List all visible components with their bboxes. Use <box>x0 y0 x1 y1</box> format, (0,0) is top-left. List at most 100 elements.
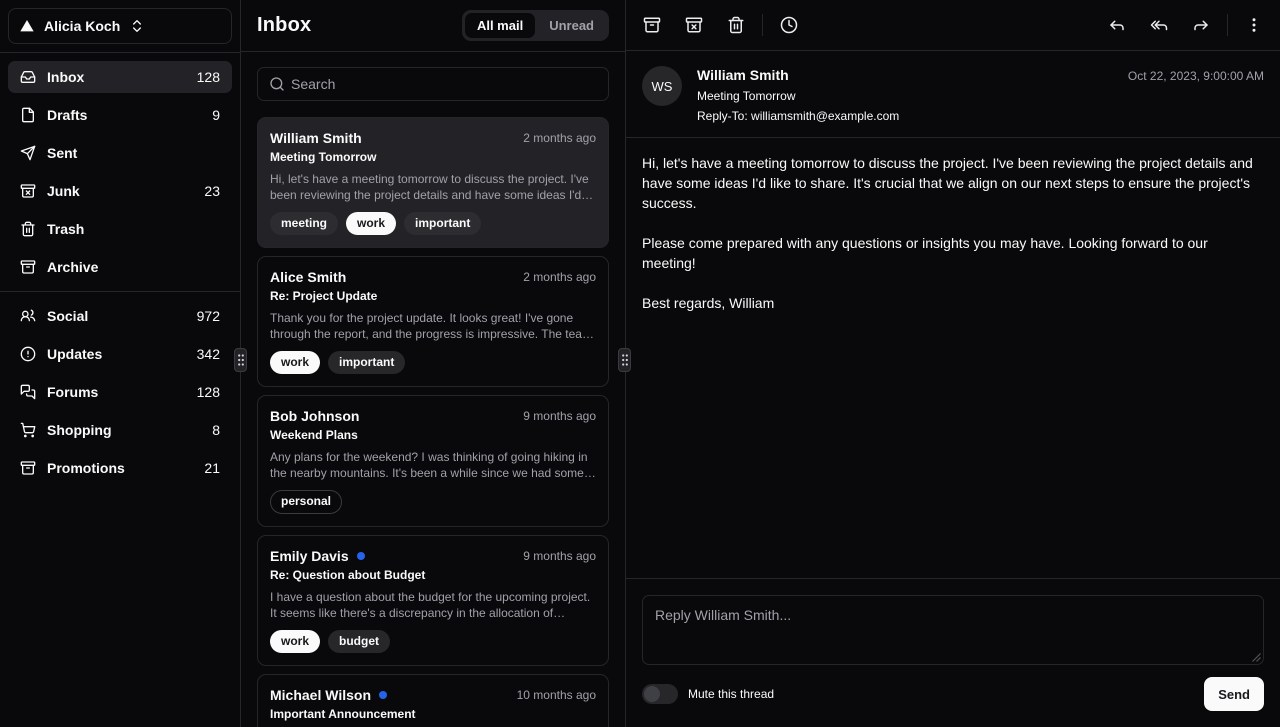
message-paragraph: Best regards, William <box>642 293 1264 313</box>
forward-icon <box>1192 16 1210 34</box>
sidebar-item-label: Promotions <box>47 460 125 476</box>
archive-x-icon <box>685 16 703 34</box>
mail-list: William Smith2 months agoMeeting Tomorro… <box>241 116 625 727</box>
sidebar-item-label: Inbox <box>47 69 84 85</box>
switch-thumb <box>644 686 660 702</box>
tag-badge[interactable]: budget <box>328 630 390 653</box>
sidebar-item-trash[interactable]: Trash <box>8 213 232 245</box>
mail-list-item[interactable]: William Smith2 months agoMeeting Tomorro… <box>257 117 609 248</box>
file-icon <box>20 107 36 123</box>
mail-snippet: Hi, let's have a meeting tomorrow to dis… <box>270 171 596 203</box>
tab-all-mail[interactable]: All mail <box>465 13 535 38</box>
mail-list-item[interactable]: Michael Wilson10 months agoImportant Ann… <box>257 674 609 727</box>
mail-subject: Re: Project Update <box>270 289 596 303</box>
sidebar-item-promotions[interactable]: Promotions21 <box>8 452 232 484</box>
sidebar-item-shopping[interactable]: Shopping8 <box>8 414 232 446</box>
archive-icon <box>20 259 36 275</box>
sidebar-item-label: Drafts <box>47 107 87 123</box>
tab-unread[interactable]: Unread <box>537 13 606 38</box>
mail-app: Alicia Koch Inbox 128 Drafts9 Sent Junk23 Tra… <box>0 0 1280 727</box>
toolbar-more-group <box>1236 7 1272 43</box>
reply-all-button[interactable] <box>1141 7 1177 43</box>
sidebar-item-drafts[interactable]: Drafts9 <box>8 99 232 131</box>
mail-time: 2 months ago <box>523 131 596 145</box>
message-date: Oct 22, 2023, 9:00:00 AM <box>1128 66 1264 83</box>
mail-tabs: All mailUnread <box>462 10 609 41</box>
mute-thread-switch[interactable] <box>642 684 678 704</box>
sidebar-item-forums[interactable]: Forums128 <box>8 376 232 408</box>
account-switcher[interactable]: Alicia Koch <box>8 8 232 44</box>
mail-list-item[interactable]: Bob Johnson9 months agoWeekend PlansAny … <box>257 395 609 526</box>
mail-sender: William Smith <box>270 130 362 146</box>
detail-toolbar <box>626 0 1280 51</box>
message-subject: Meeting Tomorrow <box>697 88 899 104</box>
mail-subject: Re: Question about Budget <box>270 568 596 582</box>
mail-list-item[interactable]: Alice Smith2 months agoRe: Project Updat… <box>257 256 609 387</box>
trash-button[interactable] <box>718 7 754 43</box>
sidebar-item-label: Trash <box>47 221 84 237</box>
sidebar-item-label: Social <box>47 308 88 324</box>
tag-badge[interactable]: important <box>328 351 405 374</box>
grip-vertical-icon <box>621 353 629 367</box>
tag-badge[interactable]: meeting <box>270 212 338 235</box>
message-header: WS William Smith Meeting Tomorrow Reply-… <box>626 51 1280 137</box>
shopping-cart-icon <box>20 422 36 438</box>
reply-button[interactable] <box>1099 7 1135 43</box>
mail-tags: personal <box>270 490 596 513</box>
tag-badge[interactable]: important <box>404 212 481 235</box>
panel-resize-handle[interactable] <box>618 348 631 372</box>
panel-resize-handle[interactable] <box>234 348 247 372</box>
send-button[interactable]: Send <box>1204 677 1264 711</box>
reply-actions-row: Mute this thread Send <box>642 677 1264 711</box>
sidebar-item-count: 342 <box>197 346 220 362</box>
mail-tags: meeting work important <box>270 212 596 235</box>
sidebar-item-count: 972 <box>197 308 220 324</box>
page-title: Inbox <box>257 14 311 37</box>
list-header: Inbox All mailUnread <box>241 0 625 52</box>
sidebar-nav-primary: Inbox 128 Drafts9 Sent Junk23 Trash Archive <box>0 53 240 291</box>
archive-icon <box>643 16 661 34</box>
archive-x-button[interactable] <box>676 7 712 43</box>
message-paragraph: Hi, let's have a meeting tomorrow to dis… <box>642 153 1264 213</box>
inbox-icon <box>20 69 36 85</box>
grip-vertical-icon <box>237 353 245 367</box>
search-input[interactable] <box>257 67 609 101</box>
mail-snippet: I have a question about the budget for t… <box>270 589 596 621</box>
reply-textarea[interactable] <box>642 595 1264 665</box>
mail-tags: work important <box>270 351 596 374</box>
archive-button[interactable] <box>634 7 670 43</box>
messages-square-icon <box>20 384 36 400</box>
users-icon <box>20 308 36 324</box>
toolbar-left-group <box>634 7 754 43</box>
mail-sender: Bob Johnson <box>270 408 359 424</box>
sidebar-item-count: 128 <box>197 69 220 85</box>
sidebar-item-inbox[interactable]: Inbox 128 <box>8 61 232 93</box>
message-reply-to: Reply-To: williamsmith@example.com <box>697 108 899 124</box>
mute-thread-label: Mute this thread <box>688 687 774 701</box>
tag-badge[interactable]: work <box>270 351 320 374</box>
mail-snippet: Any plans for the weekend? I was thinkin… <box>270 449 596 481</box>
sidebar: Alicia Koch Inbox 128 Drafts9 Sent Junk23 Tra… <box>0 0 241 727</box>
archive-icon <box>20 460 36 476</box>
unread-dot <box>357 552 365 560</box>
reply-area: Mute this thread Send <box>626 578 1280 727</box>
clock-button[interactable] <box>771 7 807 43</box>
toolbar-snooze-group <box>771 7 807 43</box>
sidebar-item-social[interactable]: Social 972 <box>8 300 232 332</box>
sidebar-item-junk[interactable]: Junk23 <box>8 175 232 207</box>
more-vertical-button[interactable] <box>1236 7 1272 43</box>
reply-icon <box>1108 16 1126 34</box>
mail-list-item[interactable]: Emily Davis9 months agoRe: Question abou… <box>257 535 609 666</box>
mail-tags: work budget <box>270 630 596 653</box>
forward-button[interactable] <box>1183 7 1219 43</box>
sidebar-item-sent[interactable]: Sent <box>8 137 232 169</box>
sidebar-item-updates[interactable]: Updates342 <box>8 338 232 370</box>
sidebar-item-archive[interactable]: Archive <box>8 251 232 283</box>
tag-badge[interactable]: work <box>346 212 396 235</box>
mail-detail-pane: WS William Smith Meeting Tomorrow Reply-… <box>626 0 1280 727</box>
reply-textarea-wrap <box>642 595 1264 665</box>
tag-badge[interactable]: work <box>270 630 320 653</box>
message-sender: William Smith <box>697 66 899 84</box>
tag-badge[interactable]: personal <box>270 490 342 513</box>
avatar: WS <box>642 66 682 106</box>
